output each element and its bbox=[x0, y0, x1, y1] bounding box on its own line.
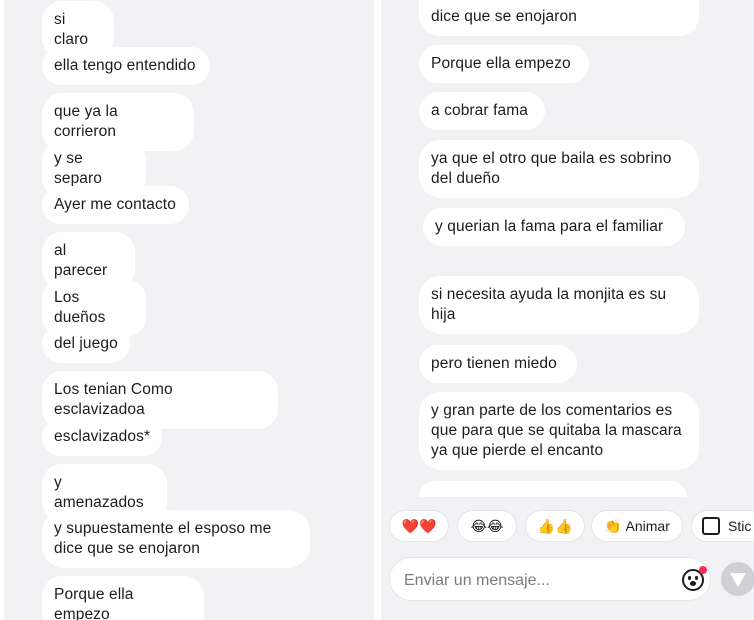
message-bubble[interactable]: Porque ella empezo bbox=[42, 576, 204, 620]
notification-dot bbox=[699, 566, 707, 574]
message-bubble[interactable]: Ayer me contacto bbox=[42, 186, 189, 224]
chat-panel-left: si claro ella tengo entendido que ya la … bbox=[4, 0, 374, 620]
message-composer bbox=[389, 557, 711, 601]
quick-reactions-bar: ❤️❤️ 😂😂 👍👍 👏 Animar Stic bbox=[381, 500, 754, 552]
emoji-picker-icon[interactable] bbox=[682, 566, 707, 591]
animar-label: Animar bbox=[625, 518, 670, 534]
panel-divider bbox=[374, 0, 381, 620]
message-bubble[interactable]: y gran parte de los comentarios es que p… bbox=[419, 392, 699, 470]
stickers-chip[interactable]: Stic bbox=[691, 510, 754, 542]
reaction-hearts-chip[interactable]: ❤️❤️ bbox=[389, 510, 449, 542]
stickers-label: Stic bbox=[728, 518, 752, 534]
laugh-emoji-icon: 😂😂 bbox=[470, 517, 504, 534]
message-bubble[interactable]: esclavizados* bbox=[42, 418, 162, 456]
sticker-icon bbox=[702, 517, 720, 535]
message-bubble[interactable]: a cobrar fama bbox=[419, 92, 545, 130]
message-bubble-cutoff bbox=[419, 481, 687, 497]
message-bubble[interactable]: pero tienen miedo bbox=[419, 345, 577, 383]
thumbs-up-emoji-icon: 👍👍 bbox=[537, 517, 573, 534]
animar-chip[interactable]: 👏 Animar bbox=[591, 510, 683, 542]
message-bubble[interactable]: Porque ella empezo bbox=[419, 45, 589, 83]
message-bubble[interactable]: ya que el otro que baila es sobrino del … bbox=[419, 140, 699, 198]
clap-emoji-icon: 👏 bbox=[604, 517, 622, 534]
send-icon bbox=[730, 573, 746, 587]
reaction-thumbs-chip[interactable]: 👍👍 bbox=[525, 510, 585, 542]
message-bubble[interactable]: y supuestamente el esposo me dice que se… bbox=[42, 510, 310, 568]
message-bubble[interactable]: dice que se enojaron bbox=[419, 0, 699, 36]
reaction-laugh-chip[interactable]: 😂😂 bbox=[457, 510, 517, 542]
message-bubble[interactable]: del juego bbox=[42, 325, 130, 363]
heart-emoji-icon: ❤️❤️ bbox=[401, 517, 437, 534]
chat-panel-right: dice que se enojaron Porque ella empezo … bbox=[381, 0, 754, 620]
send-button[interactable] bbox=[721, 562, 754, 596]
message-bubble[interactable]: ella tengo entendido bbox=[42, 47, 210, 85]
message-bubble[interactable]: y querian la fama para el familiar bbox=[423, 208, 685, 246]
message-bubble[interactable]: si necesita ayuda la monjita es su hija bbox=[419, 276, 699, 334]
message-input[interactable] bbox=[402, 569, 646, 593]
